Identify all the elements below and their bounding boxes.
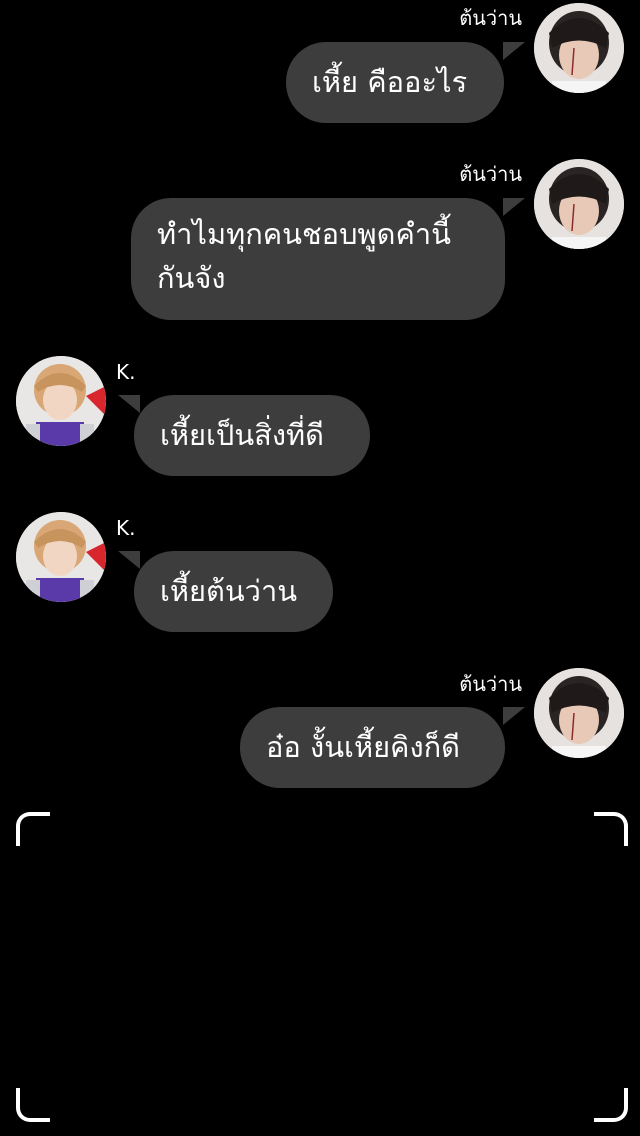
viewfinder-corner-bottom-right bbox=[594, 1088, 628, 1122]
message-bubble[interactable]: เหี้ย คืออะไร bbox=[286, 42, 504, 123]
avatar[interactable] bbox=[534, 668, 624, 758]
bubble-tail bbox=[118, 395, 140, 413]
bubble-tail bbox=[503, 707, 525, 725]
sender-name: ต้นว่าน bbox=[459, 6, 522, 30]
user-avatar-icon bbox=[16, 356, 106, 446]
message-bubble[interactable]: เหี้ยเป็นสิ่งที่ดี bbox=[134, 395, 370, 476]
user-avatar-icon bbox=[534, 668, 624, 758]
avatar[interactable] bbox=[534, 159, 624, 249]
avatar[interactable] bbox=[534, 3, 624, 93]
sender-name: ต้นว่าน bbox=[459, 162, 522, 186]
message-bubble[interactable]: เหี้ยต้นว่าน bbox=[134, 551, 333, 632]
sender-name: ต้นว่าน bbox=[459, 672, 522, 696]
user-avatar-icon bbox=[16, 512, 106, 602]
message-bubble[interactable]: ทำไมทุกคนชอบพูดคำนี้กันจัง bbox=[131, 198, 505, 320]
user-avatar-icon bbox=[534, 3, 624, 93]
bubble-tail bbox=[118, 551, 140, 569]
viewfinder-corner-bottom-left bbox=[16, 1088, 50, 1122]
user-avatar-icon bbox=[534, 159, 624, 249]
bubble-tail bbox=[503, 198, 525, 216]
viewfinder-corner-top-right bbox=[594, 812, 628, 846]
avatar[interactable] bbox=[16, 356, 106, 446]
avatar[interactable] bbox=[16, 512, 106, 602]
sender-name: K. bbox=[116, 516, 136, 540]
message-bubble[interactable]: อ๋อ งั้นเหี้ยคิงก็ดี bbox=[240, 707, 505, 788]
viewfinder-corner-top-left bbox=[16, 812, 50, 846]
bubble-tail bbox=[503, 42, 525, 60]
sender-name: K. bbox=[116, 360, 136, 384]
